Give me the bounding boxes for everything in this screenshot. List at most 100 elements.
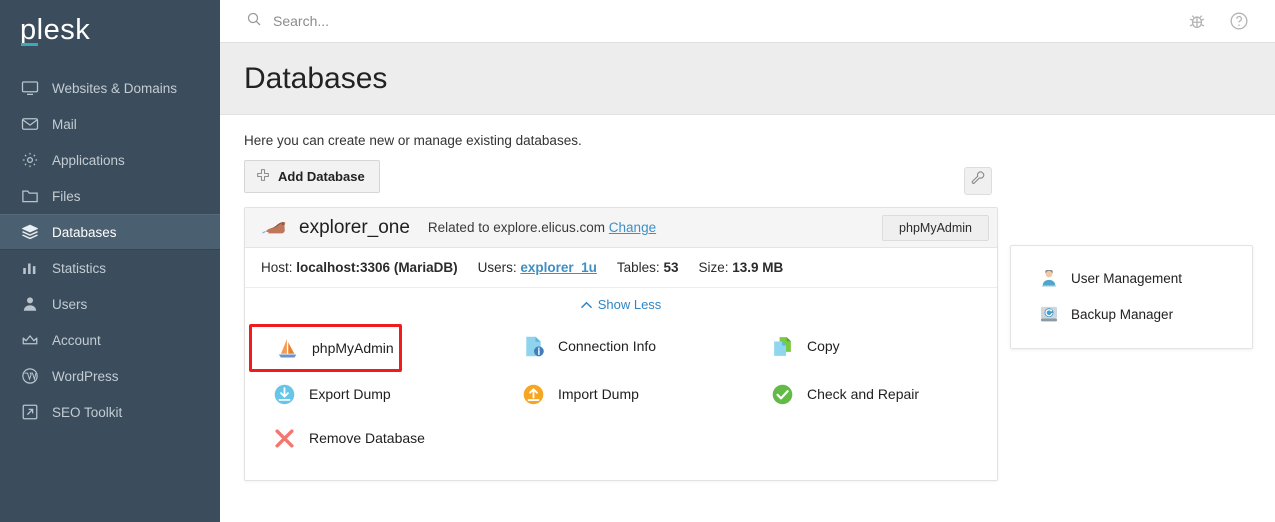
export-download-icon [271, 381, 297, 407]
search-input[interactable] [273, 13, 653, 29]
arrow-trend-icon [20, 403, 39, 422]
show-less-label: Show Less [597, 297, 662, 312]
chevron-up-icon [580, 297, 592, 312]
side-tools-panel: User Management Backup Manager [1010, 245, 1253, 349]
page-description: Here you can create new or manage existi… [244, 133, 582, 148]
sidebar-item-databases[interactable]: Databases [0, 214, 220, 250]
check-circle-icon [769, 381, 795, 407]
related-domain: explore.elicus.com [493, 220, 606, 235]
database-name: explorer_one [299, 216, 410, 238]
database-related-info: Related to explore.elicus.com Change [428, 220, 656, 235]
meta-tables-value: 53 [663, 260, 679, 275]
meta-host-value: localhost:3306 (MariaDB) [296, 260, 458, 275]
brand-logo-text: plesk [20, 14, 91, 46]
sidebar-nav: Websites & Domains Mail Applications Fil… [0, 70, 220, 430]
mariadb-seal-icon [261, 218, 289, 238]
panel-item-label: User Management [1071, 270, 1183, 286]
action-phpmyadmin[interactable]: phpMyAdmin [249, 324, 402, 372]
sidebar-item-label: Account [52, 332, 101, 348]
action-label: Copy [807, 338, 840, 354]
meta-tables-label: Tables: [616, 260, 660, 275]
brand-accent-underline [21, 43, 38, 46]
related-prefix: Related to [427, 220, 490, 235]
meta-tables: Tables: 53 [617, 260, 679, 275]
panel-item-label: Backup Manager [1071, 306, 1174, 322]
wrench-icon [971, 171, 986, 191]
sidebar-item-label: Applications [52, 152, 125, 168]
action-connection-info[interactable]: Connection Info [498, 324, 747, 368]
brand-logo[interactable]: plesk [0, 0, 220, 66]
search-icon [246, 11, 262, 32]
sidebar-item-websites-domains[interactable]: Websites & Domains [0, 70, 220, 106]
phpmyadmin-sailboat-icon [274, 335, 300, 361]
plesk-app: plesk Websites & Domains Mail Applicatio… [0, 0, 1275, 522]
sidebar-item-wordpress[interactable]: WordPress [0, 358, 220, 394]
action-label: Connection Info [558, 338, 657, 354]
meta-size-label: Size: [698, 260, 729, 275]
action-remove-database[interactable]: Remove Database [249, 416, 498, 460]
page-title: Databases [244, 61, 388, 95]
wordpress-icon [20, 367, 39, 386]
sidebar-item-seo-toolkit[interactable]: SEO Toolkit [0, 394, 220, 430]
main-area: Databases Here you can create new or man… [220, 0, 1275, 522]
connection-info-icon [520, 333, 546, 359]
action-copy[interactable]: Copy [747, 324, 997, 368]
copy-documents-icon [769, 333, 795, 359]
sidebar-item-statistics[interactable]: Statistics [0, 250, 220, 286]
meta-host: Host: localhost:3306 (MariaDB) [261, 260, 458, 275]
user-management-icon [1039, 268, 1059, 288]
bug-icon[interactable] [1187, 11, 1207, 31]
sidebar-item-label: Databases [52, 224, 117, 240]
person-icon [20, 295, 39, 314]
top-bar [220, 0, 1275, 43]
tools-wrench-button[interactable] [964, 167, 992, 195]
meta-size-value: 13.9 MB [732, 260, 784, 275]
bar-chart-icon [20, 259, 39, 278]
sidebar-item-applications[interactable]: Applications [0, 142, 220, 178]
action-label: Import Dump [558, 386, 639, 402]
action-export-dump[interactable]: Export Dump [249, 372, 498, 416]
backup-manager-icon [1039, 304, 1059, 324]
database-card: explorer_one Related to explore.elicus.c… [244, 207, 998, 481]
sidebar-item-label: Files [52, 188, 81, 204]
add-database-button[interactable]: Add Database [244, 160, 380, 193]
database-meta-row: Host: localhost:3306 (MariaDB) Users: ex… [245, 248, 997, 288]
sidebar-item-mail[interactable]: Mail [0, 106, 220, 142]
sidebar-item-label: Statistics [52, 260, 107, 276]
meta-users: Users: explorer_1u [478, 260, 597, 275]
sidebar-item-label: Users [52, 296, 88, 312]
topbar-icon-group [1187, 11, 1261, 31]
sidebar-item-files[interactable]: Files [0, 178, 220, 214]
envelope-icon [20, 115, 39, 134]
help-icon[interactable] [1229, 11, 1249, 31]
database-layers-icon [20, 223, 39, 242]
content-area: Here you can create new or manage existi… [220, 115, 1275, 522]
monitor-icon [20, 79, 39, 98]
page-title-band: Databases [220, 43, 1275, 115]
search-container[interactable] [246, 11, 1187, 32]
action-label: Remove Database [309, 430, 425, 446]
action-label: Check and Repair [807, 386, 920, 402]
sidebar-item-label: Websites & Domains [52, 80, 178, 96]
plus-icon [256, 168, 270, 185]
remove-x-icon [271, 425, 297, 451]
action-check-and-repair[interactable]: Check and Repair [747, 372, 997, 416]
sidebar-item-label: WordPress [52, 368, 119, 384]
database-actions-grid: phpMyAdmin Connection Info Copy Export D… [245, 320, 997, 480]
show-less-toggle[interactable]: Show Less [245, 288, 997, 320]
action-label: phpMyAdmin [312, 340, 394, 356]
action-import-dump[interactable]: Import Dump [498, 372, 747, 416]
panel-item-backup-manager[interactable]: Backup Manager [1011, 296, 1252, 332]
sidebar-item-account[interactable]: Account [0, 322, 220, 358]
meta-size: Size: 13.9 MB [698, 260, 783, 275]
sidebar-item-label: Mail [52, 116, 77, 132]
sidebar-item-users[interactable]: Users [0, 286, 220, 322]
phpmyadmin-header-button[interactable]: phpMyAdmin [882, 214, 989, 241]
sidebar-item-label: SEO Toolkit [52, 404, 123, 420]
crown-icon [20, 331, 39, 350]
change-link[interactable]: Change [609, 220, 656, 235]
meta-host-label: Host: [261, 260, 293, 275]
meta-users-value[interactable]: explorer_1u [520, 260, 597, 275]
gear-icon [20, 151, 39, 170]
panel-item-user-management[interactable]: User Management [1011, 260, 1252, 296]
